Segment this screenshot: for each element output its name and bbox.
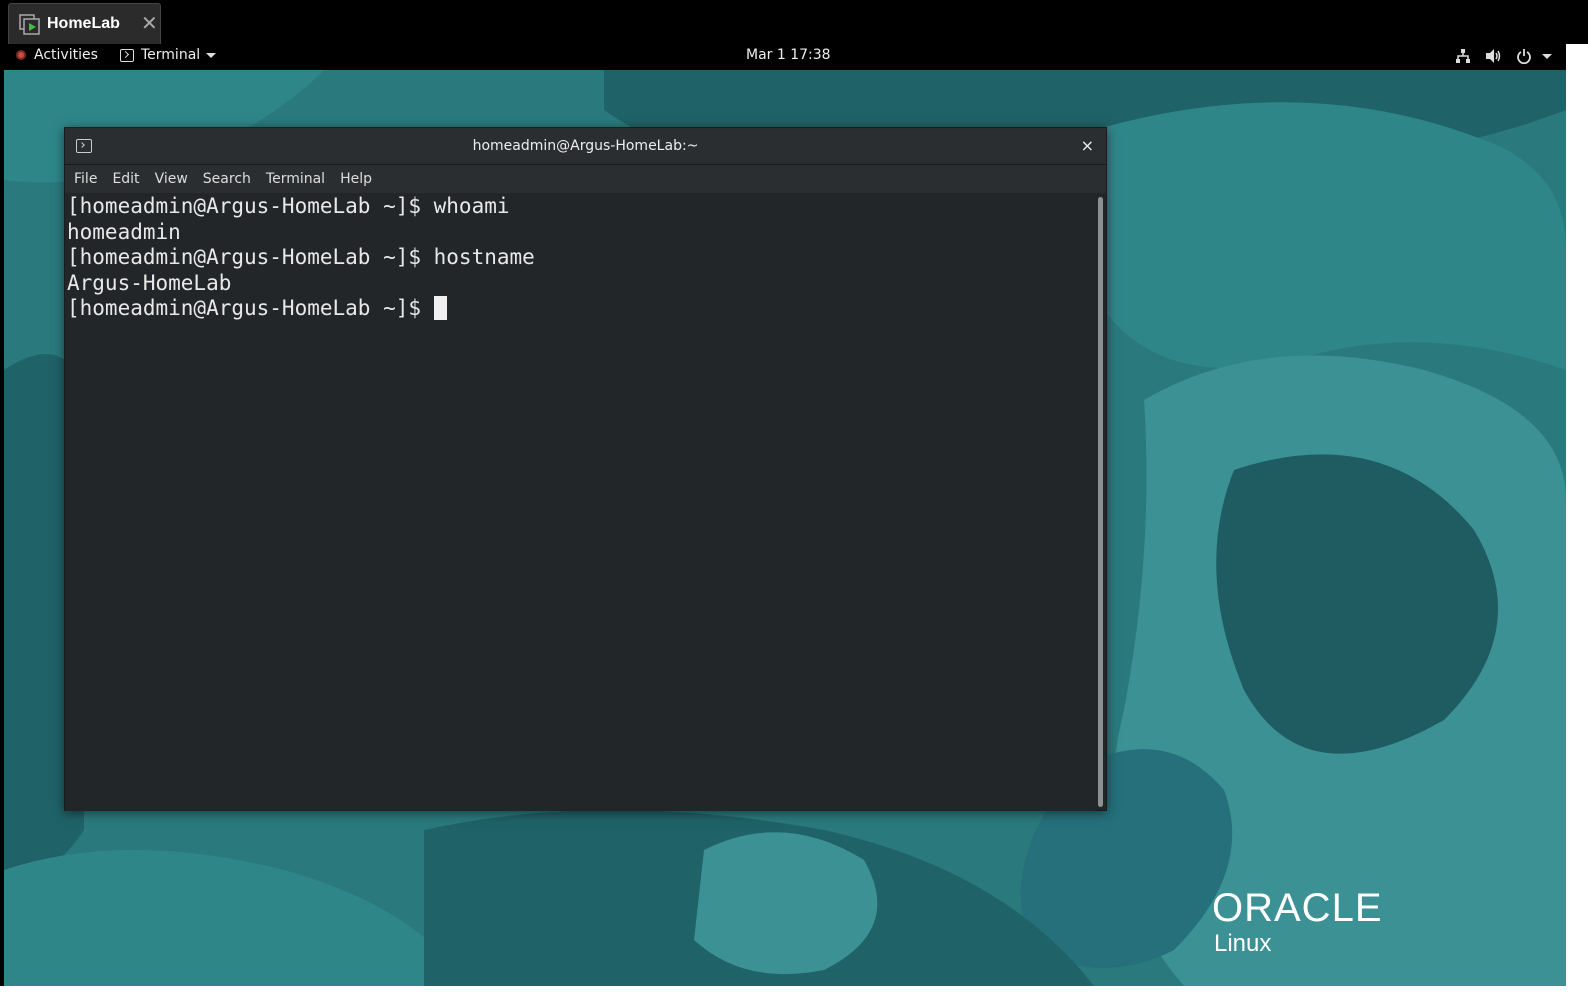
- gnome-top-bar: Activities Terminal Mar 1 17:38: [4, 44, 1566, 70]
- activities-indicator-icon: [16, 50, 26, 60]
- activities-label: Activities: [34, 47, 98, 63]
- terminal-output[interactable]: [homeadmin@Argus-HomeLab ~]$ whoami homea…: [65, 193, 1095, 811]
- vm-tab-strip: HomeLab ✕: [0, 0, 1588, 44]
- oracle-linux-logo: ORACLE Linux: [1212, 886, 1383, 958]
- terminal-line: [homeadmin@Argus-HomeLab ~]$ whoami: [67, 194, 510, 218]
- terminal-prompt-line: [homeadmin@Argus-HomeLab ~]$: [67, 296, 1095, 322]
- app-menu-label: Terminal: [141, 47, 201, 63]
- terminal-icon: [120, 48, 134, 62]
- terminal-line: Argus-HomeLab: [67, 270, 232, 295]
- logo-sub: Linux: [1214, 930, 1272, 957]
- terminal-cursor: [433, 296, 447, 321]
- menu-file[interactable]: File: [74, 171, 97, 187]
- clock-button[interactable]: Mar 1 17:38: [746, 47, 831, 63]
- menu-edit[interactable]: Edit: [112, 171, 139, 187]
- terminal-menubar: File Edit View Search Terminal Help: [65, 165, 1106, 193]
- app-menu-button[interactable]: Terminal: [120, 47, 217, 63]
- chevron-down-icon: [206, 52, 217, 58]
- vm-tab-label: HomeLab: [47, 15, 120, 32]
- chevron-down-icon: [1542, 53, 1552, 59]
- menu-search[interactable]: Search: [203, 171, 251, 187]
- terminal-prompt: [homeadmin@Argus-HomeLab ~]$: [67, 296, 434, 321]
- activities-button[interactable]: Activities: [16, 47, 98, 63]
- vm-tab-close-icon[interactable]: ✕: [141, 13, 158, 33]
- system-tray[interactable]: [1455, 48, 1552, 64]
- menu-view[interactable]: View: [155, 171, 188, 187]
- power-icon: [1517, 49, 1531, 64]
- terminal-line: [homeadmin@Argus-HomeLab ~]$ hostname: [67, 245, 535, 270]
- terminal-titlebar[interactable]: homeadmin@Argus-HomeLab:~ ×: [65, 128, 1106, 165]
- terminal-scrollbar[interactable]: [1096, 195, 1106, 809]
- terminal-title: homeadmin@Argus-HomeLab:~: [472, 138, 699, 154]
- volume-icon: [1486, 49, 1501, 63]
- network-wired-icon: [1456, 49, 1470, 63]
- screen-edge-right: [1566, 44, 1588, 1000]
- scrollbar-thumb[interactable]: [1098, 197, 1103, 807]
- menu-terminal[interactable]: Terminal: [266, 171, 325, 187]
- screen-edge-bottom: [0, 986, 1588, 1000]
- terminal-line: homeadmin: [67, 219, 181, 244]
- menu-help[interactable]: Help: [340, 171, 372, 187]
- logo-word: ORACLE: [1212, 886, 1383, 930]
- vm-tab-homelab[interactable]: HomeLab ✕: [8, 3, 161, 44]
- terminal-window[interactable]: homeadmin@Argus-HomeLab:~ × File Edit Vi…: [64, 127, 1107, 811]
- close-icon[interactable]: ×: [1081, 136, 1094, 155]
- virtual-machine-icon: [19, 14, 40, 35]
